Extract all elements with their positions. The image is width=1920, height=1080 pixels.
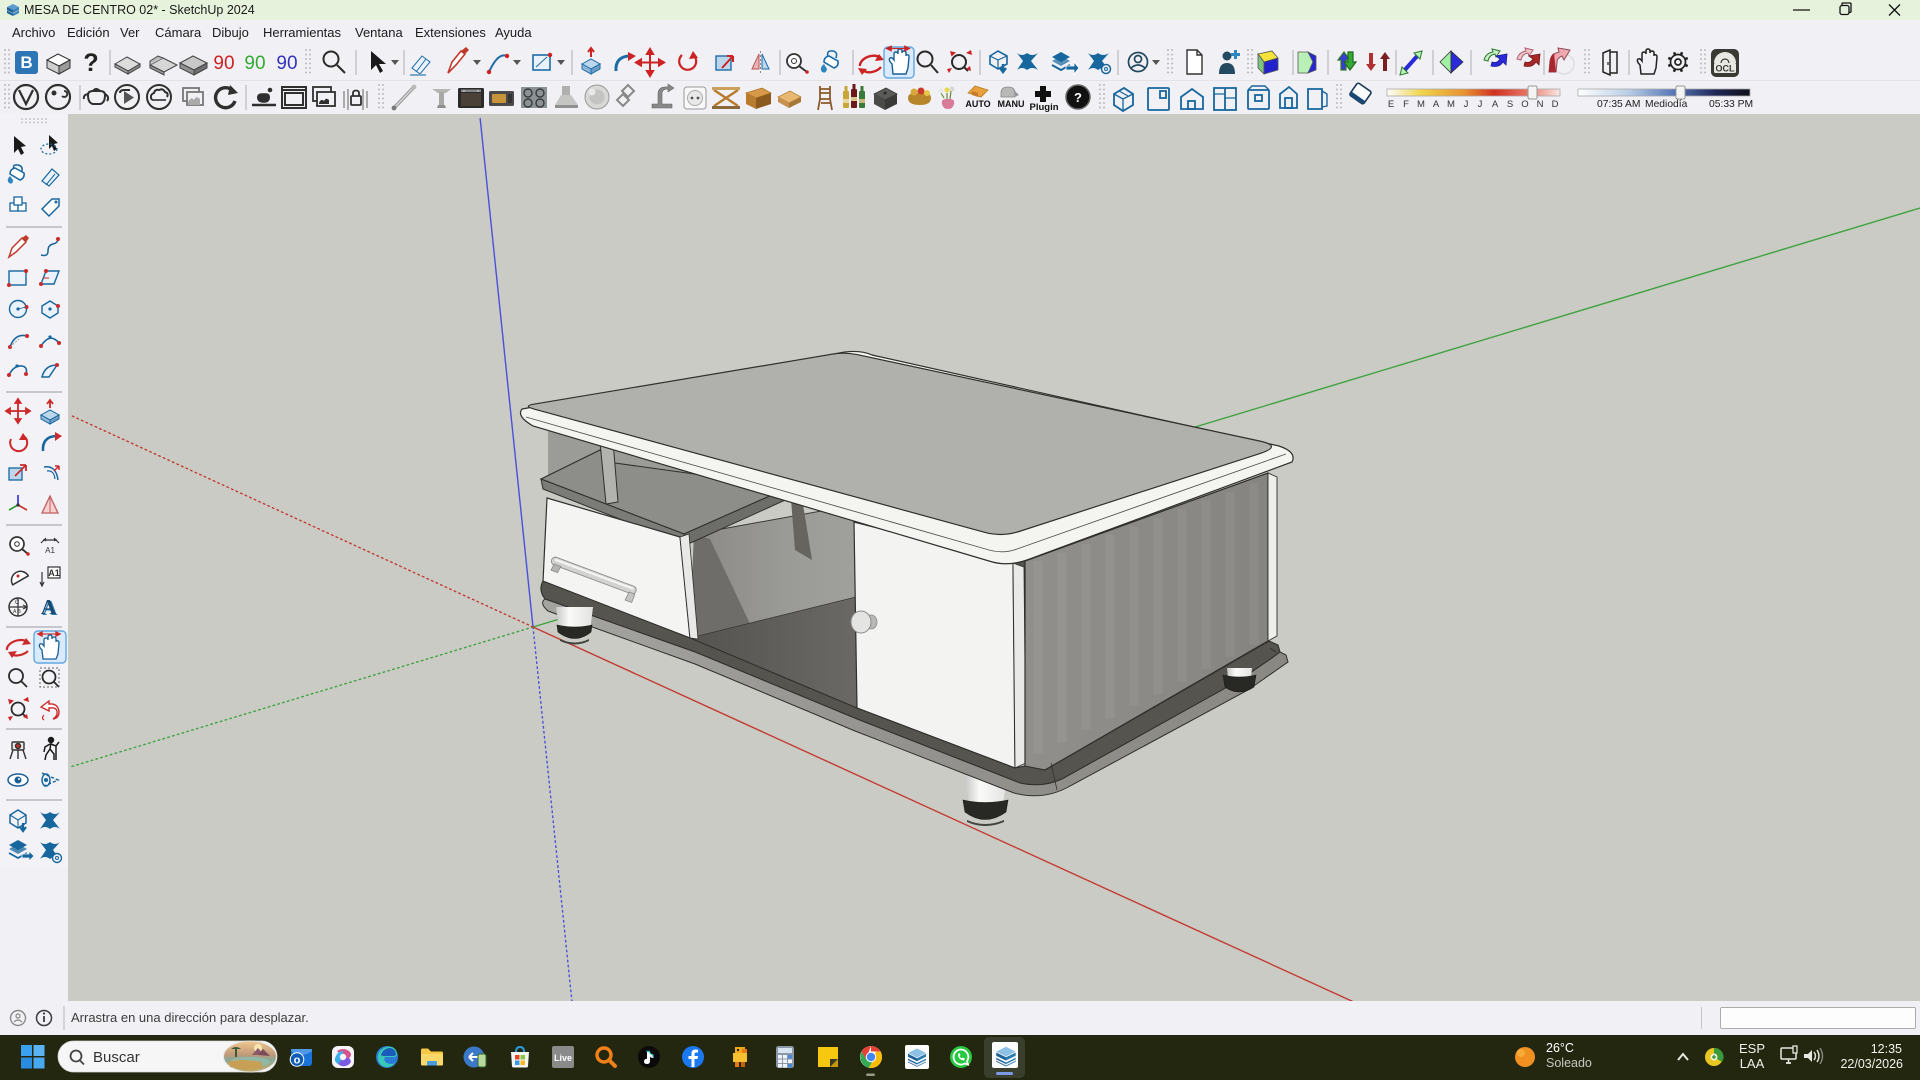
svg-text:Mediodía: Mediodía xyxy=(1645,99,1688,110)
svg-text:D: D xyxy=(1552,99,1559,110)
svg-text:M: M xyxy=(1447,99,1455,110)
svg-text:Buscar: Buscar xyxy=(93,1049,140,1066)
svg-text:J: J xyxy=(1464,99,1469,110)
svg-text:MANU: MANU xyxy=(998,99,1025,109)
svg-text:Live: Live xyxy=(554,1053,572,1063)
svg-text:A1: A1 xyxy=(45,546,55,555)
svg-text:22/03/2026: 22/03/2026 xyxy=(1840,1057,1903,1071)
svg-text:o: o xyxy=(294,1055,301,1067)
svg-text:90: 90 xyxy=(276,53,297,74)
svg-text:07:35 AM: 07:35 AM xyxy=(1597,99,1641,110)
svg-text:Plugin: Plugin xyxy=(1029,102,1058,113)
svg-text:ESP: ESP xyxy=(1739,1041,1765,1056)
svg-text:F: F xyxy=(1403,99,1409,110)
svg-text:N: N xyxy=(1537,99,1544,110)
svg-text:B: B xyxy=(20,53,32,72)
svg-text:12:35: 12:35 xyxy=(1871,1042,1902,1056)
svg-text:A: A xyxy=(1433,99,1440,110)
svg-text:O: O xyxy=(1521,99,1528,110)
svg-text:?: ? xyxy=(83,49,98,77)
svg-text:J: J xyxy=(1478,99,1483,110)
svg-text:Soleado: Soleado xyxy=(1546,1056,1592,1070)
svg-text:A: A xyxy=(1492,99,1499,110)
svg-text:A1: A1 xyxy=(48,568,60,578)
svg-text:26°C: 26°C xyxy=(1546,1041,1574,1055)
svg-text:S: S xyxy=(1507,99,1513,110)
svg-text:LAA: LAA xyxy=(1740,1056,1765,1071)
svg-text:A: A xyxy=(41,595,57,619)
svg-text:AUTO: AUTO xyxy=(965,99,990,109)
svg-text:05:33 PM: 05:33 PM xyxy=(1709,99,1753,110)
svg-text:90: 90 xyxy=(213,53,234,74)
svg-text:E: E xyxy=(1388,99,1394,110)
svg-text:A B: A B xyxy=(13,609,21,615)
svg-text:C: C xyxy=(15,600,20,606)
svg-text:M: M xyxy=(1417,99,1425,110)
svg-text:OCL: OCL xyxy=(1716,64,1736,74)
svg-text:90: 90 xyxy=(244,53,265,74)
svg-text:?: ? xyxy=(1074,90,1082,105)
